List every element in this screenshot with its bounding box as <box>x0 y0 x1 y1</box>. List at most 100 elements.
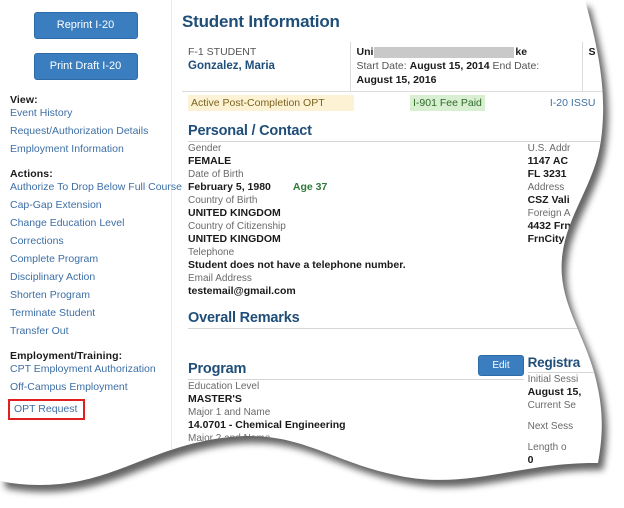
student-header-table: F-1 STUDENT Gonzalez, Maria Uni ke Start … <box>182 42 624 92</box>
program-title: Program <box>188 361 247 377</box>
sidebar-item-cpt-employment-authorization[interactable]: CPT Employment Authorization <box>10 363 163 378</box>
field-value-us-address-line1: 1147 AC <box>527 155 569 167</box>
school-name-suffix: ke <box>515 46 528 58</box>
field-label-next-session: Next Sess <box>527 421 574 432</box>
field-value-date-of-birth-row: February 5, 1980 Age 37 <box>188 181 524 194</box>
field-value-us-address-line2: FL 3231 <box>527 168 567 180</box>
sidebar-item-complete-program[interactable]: Complete Program <box>10 250 163 268</box>
field-label-country-of-birth: Country of Birth <box>188 195 258 206</box>
sidebar: Reprint I-20 Print Draft I-20 View: Even… <box>0 0 172 508</box>
field-label-us-address: U.S. Addr <box>527 143 571 154</box>
field-label-date-of-birth: Date of Birth <box>188 169 244 180</box>
field-label-minor: Minor and Name <box>188 459 262 470</box>
program-registration-row: Program Edit Education Level MASTER'S Ma… <box>188 355 624 508</box>
status-badge-i20-issued: I-20 ISSU <box>549 97 596 109</box>
field-value-last-session: No <box>527 480 542 492</box>
field-label-gender: Gender <box>188 143 222 154</box>
field-label-length-of-program: Length o <box>527 442 567 453</box>
sidebar-item-employment-information[interactable]: Employment Information <box>10 140 163 158</box>
field-value-education-level: MASTER'S <box>188 393 242 405</box>
view-section-heading: View: <box>10 94 38 106</box>
program-dates-row: Start Date: August 15, 2014 End Date: Au… <box>357 59 576 87</box>
field-label-program-start-date: Program Start Date <box>188 485 275 496</box>
field-label-major-2: Major 2 and Name <box>188 433 271 444</box>
student-name: Gonzalez, Maria <box>188 60 275 72</box>
program-title-row: Program Edit <box>188 355 524 380</box>
field-value-telephone: Student does not have a telephone number… <box>188 259 406 271</box>
end-date-label: End Date: <box>492 60 540 72</box>
school-name-row: Uni ke <box>357 45 576 59</box>
screenshot-root: Reprint I-20 Print Draft I-20 View: Even… <box>0 0 624 508</box>
field-value-foreign-address-line2: FrnCityAC <box>527 233 580 245</box>
field-value-initial-session: August 15, <box>527 386 582 398</box>
field-label-major-1: Major 1 and Name <box>188 407 271 418</box>
personal-contact-title: Personal / Contact <box>188 123 624 142</box>
field-label-current-session: Current Se <box>527 400 576 411</box>
school-name-prefix: Uni <box>356 46 374 58</box>
field-value-major-2: 00.0000 - None <box>188 445 262 457</box>
school-program-cell: Uni ke Start Date: August 15, 2014 End Da… <box>350 42 582 92</box>
field-value-program-start-date: August 15, 2014 <box>188 497 268 508</box>
field-value-length-of-program: 0 <box>527 454 534 466</box>
start-date-value: August 15, 2014 <box>409 60 490 72</box>
end-date-value: August 15, 2016 <box>356 74 437 86</box>
field-label-last-session: Last Sess <box>527 468 572 479</box>
registration-title: Registra <box>528 355 624 373</box>
address-fields-column: U.S. Addr 1147 AC FL 3231 Address CSZ Va… <box>524 142 624 298</box>
field-label-email-address: Email Address <box>188 273 252 284</box>
print-draft-i20-button[interactable]: Print Draft I-20 <box>34 53 138 80</box>
field-value-email-address: testemail@gmail.com <box>188 285 296 297</box>
field-label-initial-session: Initial Sessi <box>527 374 579 385</box>
field-value-major-1: 14.0701 - Chemical Engineering <box>188 419 346 431</box>
sidebar-item-terminate-student[interactable]: Terminate Student <box>10 304 163 322</box>
field-label-address-validation: Address <box>527 182 565 193</box>
sidebar-item-event-history[interactable]: Event History <box>10 107 163 122</box>
sidebar-item-shorten-program[interactable]: Shorten Program <box>10 286 163 304</box>
sidebar-item-opt-request[interactable]: OPT Request <box>8 399 85 420</box>
table-row: F-1 STUDENT Gonzalez, Maria Uni ke Start … <box>182 42 624 92</box>
sidebar-item-transfer-out[interactable]: Transfer Out <box>10 322 163 340</box>
field-label-telephone: Telephone <box>188 247 235 258</box>
sidebar-item-disciplinary-action[interactable]: Disciplinary Action <box>10 268 163 286</box>
sidebar-item-authorize-drop-below-full-course[interactable]: Authorize To Drop Below Full Course <box>10 181 163 196</box>
personal-contact-columns: Gender FEMALE Date of Birth February 5, … <box>188 142 624 298</box>
field-value-gender: FEMALE <box>188 155 232 167</box>
reprint-i20-button[interactable]: Reprint I-20 <box>34 12 138 39</box>
student-status-type: F-1 STUDENT <box>188 46 257 58</box>
field-label-education-level: Education Level <box>188 381 260 392</box>
third-header-text: S <box>588 46 596 58</box>
overall-remarks-title: Overall Remarks <box>188 310 624 329</box>
page-title: Student Information <box>182 12 340 31</box>
status-strip: Active Post-Completion OPT I-901 Fee Pai… <box>188 95 624 111</box>
field-value-foreign-address-line1: 4432 Frn <box>527 220 571 232</box>
sidebar-item-corrections[interactable]: Corrections <box>10 232 163 250</box>
personal-fields-column: Gender FEMALE Date of Birth February 5, … <box>188 142 524 298</box>
program-registration-columns: Program Edit Education Level MASTER'S Ma… <box>188 355 624 508</box>
sidebar-item-off-campus-employment[interactable]: Off-Campus Employment <box>10 378 163 396</box>
field-value-age: Age 37 <box>292 181 328 193</box>
personal-contact-panel: Personal / Contact Gender FEMALE Date of… <box>188 123 624 298</box>
sidebar-item-request-authorization-details[interactable]: Request/Authorization Details <box>10 122 163 140</box>
field-value-minor: 00.0000 - None <box>188 471 262 483</box>
main-content: Student Information F-1 STUDENT Gonzalez… <box>172 0 624 508</box>
start-date-label: Start Date: <box>356 60 407 72</box>
registration-panel: Registra Initial Sessi August 15, Curren… <box>524 355 624 508</box>
field-label-foreign-address: Foreign A <box>527 208 571 219</box>
redaction-block <box>374 47 514 58</box>
field-label-country-of-citizenship: Country of Citizenship <box>188 221 286 232</box>
status-badge-i901-fee: I-901 Fee Paid <box>410 95 485 111</box>
field-value-country-of-birth: UNITED KINGDOM <box>188 207 281 219</box>
field-label-study-research: Study/Res <box>527 494 574 505</box>
student-identity-cell: F-1 STUDENT Gonzalez, Maria <box>182 42 350 92</box>
status-badge-opt: Active Post-Completion OPT <box>188 95 354 111</box>
employment-training-section-heading: Employment/Training: <box>10 350 123 362</box>
program-panel: Program Edit Education Level MASTER'S Ma… <box>188 355 524 508</box>
field-value-date-of-birth: February 5, 1980 <box>188 181 271 193</box>
sidebar-item-change-education-level[interactable]: Change Education Level <box>10 214 163 232</box>
actions-section-heading: Actions: <box>10 168 53 180</box>
sidebar-item-cap-gap-extension[interactable]: Cap-Gap Extension <box>10 196 163 214</box>
overall-remarks-panel: Overall Remarks <box>188 310 624 329</box>
field-value-country-of-citizenship: UNITED KINGDOM <box>188 233 281 245</box>
edit-program-button[interactable]: Edit <box>478 355 523 376</box>
field-value-address-validation: CSZ Vali <box>527 194 570 206</box>
